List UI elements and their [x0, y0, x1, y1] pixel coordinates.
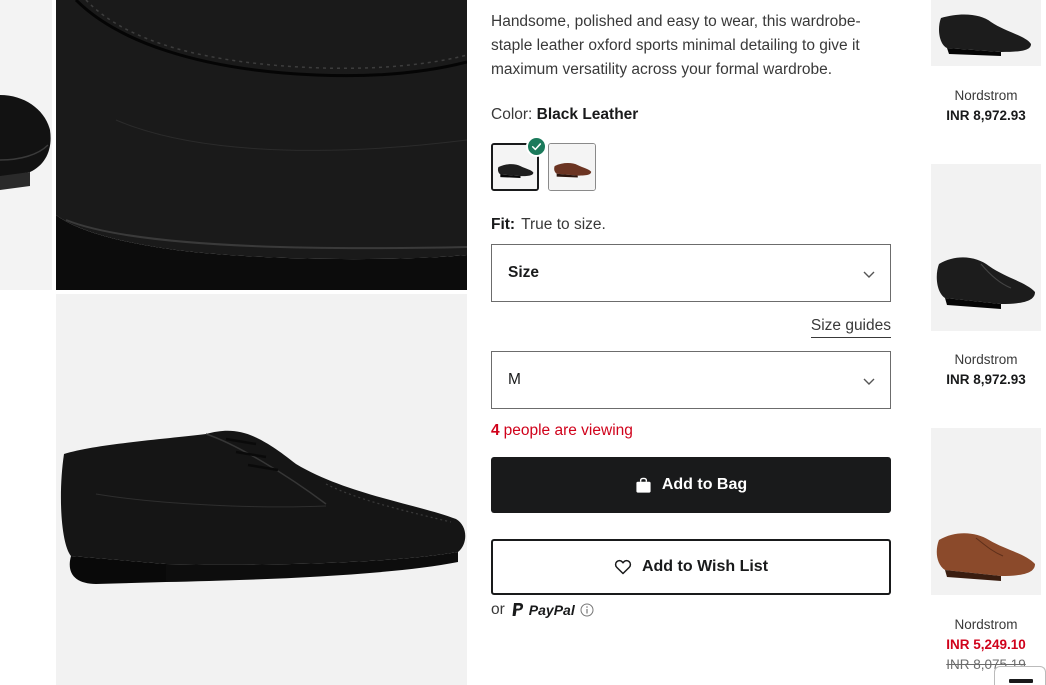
paypal-prefix: or	[491, 601, 505, 618]
info-icon[interactable]	[580, 603, 594, 617]
color-row: Color: Black Leather	[491, 106, 638, 124]
recommendation-image[interactable]	[931, 164, 1041, 331]
paypal-logo-icon	[511, 602, 525, 618]
width-select[interactable]: M	[491, 351, 891, 409]
viewers-notice: 4 people are viewing	[491, 422, 633, 440]
recommendation-sale-price: INR 5,249.10	[946, 637, 1026, 652]
heart-icon	[614, 558, 632, 576]
color-value: Black Leather	[536, 106, 639, 123]
viewers-text: people are viewing	[503, 422, 633, 439]
width-select-value: M	[508, 371, 521, 388]
paypal-brand: PayPal	[528, 602, 575, 618]
recommendation-price: INR 8,972.93	[946, 372, 1026, 387]
add-to-wishlist-button[interactable]: Add to Wish List	[491, 539, 891, 595]
gallery-image-side-profile[interactable]	[56, 294, 467, 685]
recommendation-brand[interactable]: Nordstrom	[931, 352, 1041, 367]
swatch-brown[interactable]	[548, 143, 596, 191]
recommendation-image[interactable]	[931, 0, 1041, 66]
gallery-image-toe-partial[interactable]	[0, 0, 52, 290]
size-select-value: Size	[508, 264, 540, 281]
chevron-down-icon	[862, 374, 876, 388]
color-label: Color:	[491, 106, 533, 123]
size-guides-link[interactable]: Size guides	[810, 317, 891, 338]
add-to-bag-label: Add to Bag	[661, 476, 748, 493]
product-description: Handsome, polished and easy to wear, thi…	[491, 13, 861, 78]
gallery-image-closeup[interactable]	[56, 0, 467, 290]
fit-row: Fit: True to size.	[491, 216, 606, 234]
chat-icon[interactable]	[994, 666, 1046, 685]
checkmark-icon	[526, 136, 547, 157]
paypal-row[interactable]: or PayPal	[491, 600, 594, 620]
fit-label: Fit:	[491, 216, 516, 233]
recommendation-brand[interactable]: Nordstrom	[931, 88, 1041, 103]
viewers-count: 4	[491, 422, 500, 439]
fit-value: True to size.	[521, 216, 606, 233]
shopping-bag-icon	[635, 477, 652, 494]
add-to-wishlist-label: Add to Wish List	[641, 558, 769, 575]
chevron-down-icon	[862, 267, 876, 281]
recommendation-brand[interactable]: Nordstrom	[931, 617, 1041, 632]
recommendation-image[interactable]	[931, 428, 1041, 595]
add-to-bag-button[interactable]: Add to Bag	[491, 457, 891, 513]
size-select[interactable]: Size	[491, 244, 891, 302]
recommendation-price: INR 8,972.93	[946, 108, 1026, 123]
